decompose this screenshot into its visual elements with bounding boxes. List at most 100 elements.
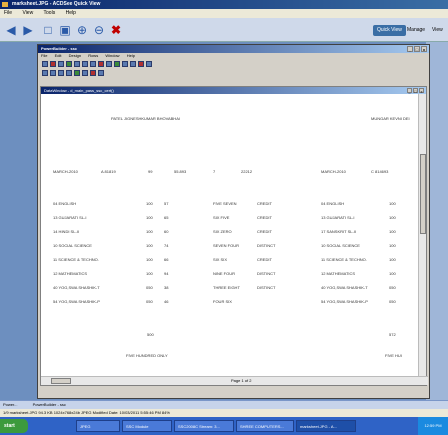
- subject-marks: 66: [164, 257, 169, 262]
- quick-view-mode-button[interactable]: Quick View: [373, 25, 406, 36]
- find-icon[interactable]: [106, 60, 112, 67]
- last-page-icon[interactable]: [66, 69, 72, 76]
- copy-icon[interactable]: □: [40, 22, 56, 38]
- acdsee-title: marksheet.JPG - ACDSee Quick View: [12, 1, 101, 7]
- view-mode-button[interactable]: View: [428, 25, 447, 36]
- powerbuilder-toolbar-2: [38, 68, 429, 77]
- stop-icon[interactable]: [138, 60, 144, 67]
- subject-rmax: 100: [389, 257, 396, 262]
- acdsee-menu-bar: File View Tools Help: [0, 9, 448, 18]
- datawindow-title-bar: DataWindow - d_main_pass_ssc_cert() _ □ …: [41, 87, 426, 94]
- exam-month-right: MARCH-2010: [321, 169, 346, 174]
- subject-name: 10 SOCIAL SCIENCE: [53, 243, 92, 248]
- maximize-icon[interactable]: □: [414, 46, 420, 52]
- subject-name: 14 HINDI SL-II: [53, 229, 80, 234]
- new-icon[interactable]: [42, 60, 48, 67]
- close-icon[interactable]: x: [421, 46, 427, 52]
- task-shree-computers[interactable]: SHREE COMPUTERS...: [236, 420, 294, 432]
- status-bar: 1/9 marksheet.JPG 94.3 KB 1024x768x24b J…: [0, 409, 448, 417]
- student-name: PATEL JIGNESHKUMAR BHOVABHAI: [111, 116, 180, 121]
- debug-icon[interactable]: [122, 60, 128, 67]
- pb-menu-window[interactable]: Window: [105, 53, 119, 58]
- subject-words: SIX SIX: [213, 257, 228, 262]
- inner-task-power[interactable]: Power...: [3, 402, 17, 407]
- manage-mode-button[interactable]: Manage: [403, 25, 429, 36]
- total-in-words-right: FIVE HUI: [385, 353, 402, 358]
- dw-minimize-icon[interactable]: _: [407, 88, 412, 94]
- undo-icon[interactable]: [98, 60, 104, 67]
- menu-tools[interactable]: Tools: [44, 10, 56, 16]
- subject-result: DISTINCT: [257, 243, 276, 248]
- horizontal-scrollbar[interactable]: Page 1 of 2: [41, 376, 428, 385]
- subject-words: FIVE SEVEN: [213, 201, 237, 206]
- subject-rname: 40 YOG,SWA SHASHIK-T: [321, 285, 368, 290]
- subject-rname: 11 SCIENCE & TECHNO.: [321, 257, 367, 262]
- task-ssc-module[interactable]: SSC Module: [122, 420, 172, 432]
- menu-view[interactable]: View: [22, 10, 33, 16]
- pb-menu-help[interactable]: Help: [127, 53, 135, 58]
- back-arrow-icon[interactable]: ◀: [3, 22, 19, 38]
- subject-name: 54 YOG,SWA SHASHIK-P: [53, 299, 100, 304]
- vertical-scrollbar[interactable]: [418, 94, 426, 377]
- subject-marks: 38: [164, 285, 169, 290]
- run-icon[interactable]: [114, 60, 120, 67]
- subject-words: THREE EIGHT: [213, 285, 240, 290]
- open-icon[interactable]: [50, 60, 56, 67]
- zoom-in-icon[interactable]: ⊕: [74, 22, 90, 38]
- pb-menu-rows[interactable]: Rows: [88, 53, 98, 58]
- start-button[interactable]: start: [0, 419, 28, 433]
- zoom-icon[interactable]: [74, 69, 80, 76]
- subject-rmax: 100: [389, 229, 396, 234]
- pb-menu-file[interactable]: File: [41, 53, 47, 58]
- acdsee-app-icon: [2, 2, 8, 7]
- subject-name: 12 MATHEMATICS: [53, 271, 88, 276]
- menu-help[interactable]: Help: [66, 10, 76, 16]
- subject-result: CREDIT: [257, 201, 272, 206]
- minimize-icon[interactable]: _: [407, 46, 413, 52]
- dw-maximize-icon[interactable]: □: [413, 88, 418, 94]
- library-icon[interactable]: [130, 60, 136, 67]
- subject-max: 100: [146, 271, 153, 276]
- prior-page-icon[interactable]: [50, 69, 56, 76]
- pb-menu-design[interactable]: Design: [69, 53, 81, 58]
- subject-rname: 54 YOG,SWA SHASHIK-P: [321, 299, 368, 304]
- menu-file[interactable]: File: [4, 10, 12, 16]
- help-icon[interactable]: [146, 60, 152, 67]
- task-jpeg[interactable]: JPEG: [76, 420, 120, 432]
- subject-max: 050: [146, 299, 153, 304]
- filter-icon[interactable]: [82, 69, 88, 76]
- subject-rmax: 100: [389, 271, 396, 276]
- subject-words: SIX FIVE: [213, 215, 230, 220]
- pb-menu-edit[interactable]: Edit: [55, 53, 62, 58]
- zoom-out-icon[interactable]: ⊖: [91, 22, 107, 38]
- close-x-icon[interactable]: ✖: [108, 22, 124, 38]
- subject-rname: 13 GUJARATI SL-I: [321, 215, 355, 220]
- cut-icon[interactable]: [74, 60, 80, 67]
- subject-rmax: 100: [389, 201, 396, 206]
- datawindow-title: DataWindow - d_main_pass_ssc_cert(): [44, 88, 114, 93]
- acdsee-title-bar: marksheet.JPG - ACDSee Quick View: [0, 0, 448, 9]
- subject-marks: 46: [164, 299, 169, 304]
- dw-close-icon[interactable]: x: [419, 88, 424, 94]
- subject-max: 100: [146, 215, 153, 220]
- subject-marks: 57: [164, 201, 169, 206]
- paste-icon[interactable]: ▣: [57, 22, 73, 38]
- horizontal-scroll-thumb[interactable]: [51, 378, 71, 384]
- school-name: MUNGAR KEVNI DEI: [371, 116, 410, 121]
- inner-task-powerbuilder[interactable]: PowerBuilder - ssc: [33, 402, 66, 407]
- print-icon[interactable]: [66, 60, 72, 67]
- task-ssc2008c[interactable]: SSC2008C Stream: 3...: [174, 420, 234, 432]
- field-6: 22212: [241, 169, 253, 174]
- paste-icon[interactable]: [90, 60, 96, 67]
- subject-max: 050: [146, 285, 153, 290]
- next-page-icon[interactable]: [58, 69, 64, 76]
- save-icon[interactable]: [58, 60, 64, 67]
- copy-icon[interactable]: [82, 60, 88, 67]
- first-page-icon[interactable]: [42, 69, 48, 76]
- export-icon[interactable]: [98, 69, 104, 76]
- forward-arrow-icon[interactable]: ▶: [20, 22, 36, 38]
- vertical-scroll-thumb[interactable]: [420, 154, 426, 234]
- subject-words: NINE FOUR: [213, 271, 235, 276]
- task-marksheet[interactable]: marksheet.JPG - A...: [296, 420, 356, 432]
- sort-icon[interactable]: [90, 69, 96, 76]
